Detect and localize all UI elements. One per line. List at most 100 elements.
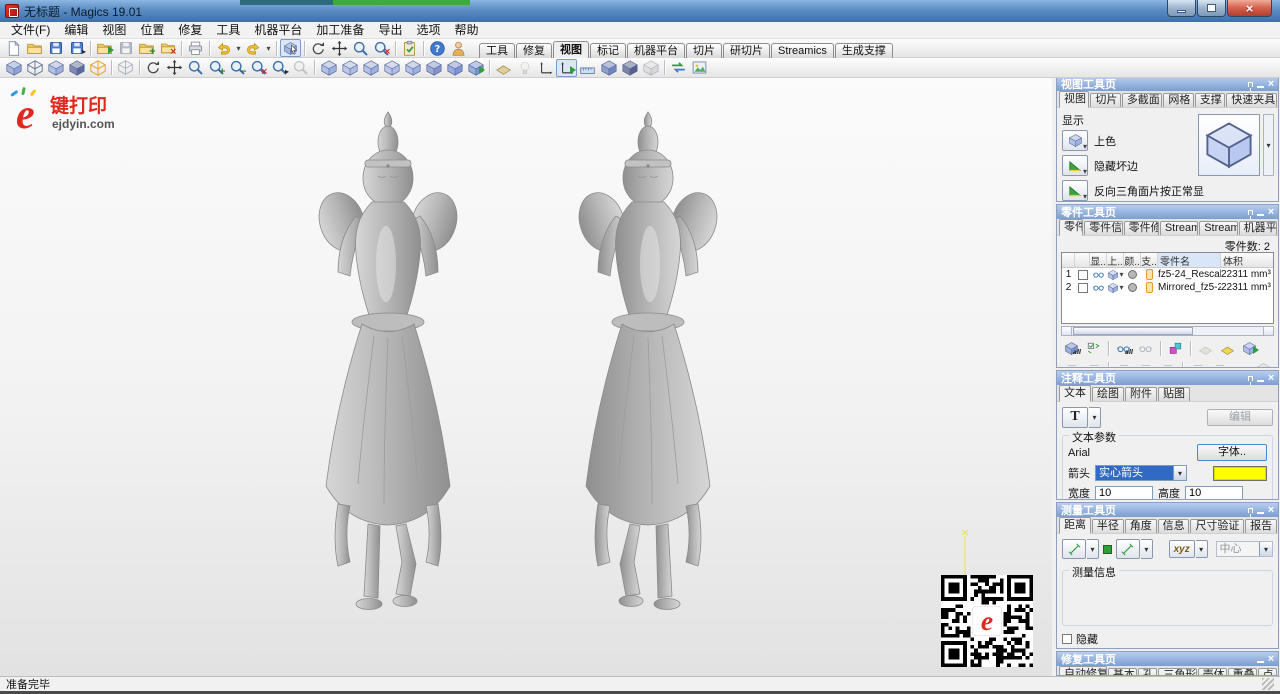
coordinate-mode-button[interactable]: xyz [1169,540,1195,558]
indent-list-icon[interactable] [1187,360,1208,368]
view-right-icon[interactable] [381,59,402,77]
view-bottom-icon[interactable] [423,59,444,77]
view-tab-slices[interactable]: 切片 [1090,93,1120,107]
hide-bad-edges-button[interactable] [1062,155,1088,176]
parts-tab-platform[interactable]: 机器平台 [1239,221,1277,235]
axes-icon[interactable] [535,59,556,77]
shadow-cube-icon[interactable] [619,59,640,77]
preview-spinner[interactable] [1263,114,1274,176]
parts-tab-info[interactable]: 零件信息 [1084,221,1122,235]
checklist-icon[interactable] [399,39,420,57]
edit-list-icon[interactable] [1157,360,1178,368]
text-annotation-button[interactable] [1062,407,1088,428]
light-icon[interactable] [514,59,535,77]
redo-dropdown-icon[interactable] [264,39,273,57]
color-parts-icon[interactable] [1165,339,1186,357]
pin-icon[interactable] [1248,82,1253,87]
coordinate-mode-dropdown[interactable] [1196,540,1208,558]
part-2-checkbox[interactable] [1078,283,1088,293]
zoom-out-icon[interactable] [227,59,248,77]
load-project-icon[interactable] [136,39,157,57]
undo-dropdown-icon[interactable] [234,39,243,57]
measure-point-dropdown[interactable] [1087,539,1099,559]
fix-tab-points[interactable]: 点 [1258,668,1277,676]
panel-minimize-icon[interactable] [1257,661,1264,663]
panel-minimize-icon[interactable] [1257,86,1264,88]
resize-grip[interactable] [1262,678,1274,690]
fix-tab-shells[interactable]: 壳体 [1198,668,1227,676]
menu-export[interactable]: 导出 [371,22,409,38]
view-tab-view[interactable]: 视图 [1059,91,1089,108]
tab-grind-slices[interactable]: 研切片 [723,43,770,58]
annotation-tab-draw[interactable]: 绘图 [1092,387,1124,401]
redo-icon[interactable] [243,39,264,57]
zoom-part-icon[interactable] [290,59,311,77]
maximize-button[interactable] [1197,0,1226,17]
section-cube-icon[interactable] [115,59,136,77]
print-icon[interactable] [185,39,206,57]
zoom-fit-icon[interactable] [248,59,269,77]
shade-button[interactable] [1062,130,1088,151]
hide-checkbox[interactable] [1062,634,1072,644]
bounding-box-icon[interactable] [87,59,108,77]
ghost-part-icon[interactable] [1253,360,1274,368]
save-icon[interactable] [45,39,66,57]
select-mode-icon[interactable] [280,39,301,57]
fix-tab-triangles[interactable]: 三角形 [1158,668,1196,676]
measure-target-button[interactable] [1116,539,1140,559]
parts-table[interactable]: 显.. 上.. 颜.. 支.. 零件名 体积 数 1 fz5-24_Rescal [1061,252,1274,324]
view-front-icon[interactable] [318,59,339,77]
select-all-parts-icon[interactable] [1061,339,1082,357]
view-left-icon[interactable] [360,59,381,77]
tab-marking[interactable]: 标记 [590,43,626,58]
ruler-icon[interactable] [577,59,598,77]
panel-minimize-icon[interactable] [1257,214,1264,216]
wireframe-view-icon[interactable] [24,59,45,77]
unzoom-icon[interactable] [371,39,392,57]
annotation-tab-text[interactable]: 文本 [1059,385,1091,402]
tab-machine-platform[interactable]: 机器平台 [627,43,685,58]
undo-icon[interactable] [213,39,234,57]
new-file-icon[interactable] [3,39,24,57]
origin-axes-icon[interactable] [556,59,577,77]
scroll-left-arrow[interactable] [1062,327,1072,335]
pin-icon[interactable] [1248,210,1253,215]
build-plate-icon[interactable] [1217,339,1238,357]
pin-icon[interactable] [1248,508,1253,513]
zoom-icon-2[interactable] [185,59,206,77]
open-file-icon[interactable] [24,39,45,57]
tab-view[interactable]: 视图 [553,41,589,58]
show-all-parts-icon[interactable] [1113,339,1134,357]
zoom-selection-icon[interactable] [269,59,290,77]
menu-options[interactable]: 选项 [409,22,447,38]
view-tab-support[interactable]: 支撑 [1195,93,1225,107]
shaded-wireframe-view-icon[interactable] [45,59,66,77]
link-measure-icon[interactable] [1103,545,1112,554]
panel-close-icon[interactable] [1268,372,1274,384]
view-tab-sections[interactable]: 多截面 [1122,93,1163,107]
assistant-icon[interactable] [448,39,469,57]
pan-view-icon[interactable] [329,39,350,57]
pan-icon[interactable] [164,59,185,77]
ghost-cube-icon[interactable] [640,59,661,77]
zoom-in-icon[interactable] [206,59,227,77]
save-part-icon[interactable] [115,39,136,57]
edit-button[interactable]: 编辑 [1207,409,1273,426]
save-as-icon[interactable] [66,39,87,57]
help-icon[interactable] [427,39,448,57]
shaded-view-icon[interactable] [3,59,24,77]
height-input[interactable] [1185,486,1243,501]
export-part-icon[interactable] [1239,339,1260,357]
rotate-icon[interactable] [143,59,164,77]
view-iso-arrow-icon[interactable] [465,59,486,77]
duplicate-list-icon[interactable] [1113,360,1134,368]
part-1-checkbox[interactable] [1078,270,1088,280]
annotation-tab-attachment[interactable]: 附件 [1125,387,1157,401]
panel-minimize-icon[interactable] [1257,512,1264,514]
measure-tab-dimension-check[interactable]: 尺寸验证 [1190,519,1244,533]
measure-tab-info[interactable]: 信息 [1158,519,1190,533]
viewport-3d[interactable]: e 键打印 ejdyin.com [0,78,1052,676]
arrow-style-select[interactable]: 实心箭头 [1095,465,1187,481]
outdent-list-icon[interactable] [1209,360,1230,368]
zoom-icon[interactable] [350,39,371,57]
